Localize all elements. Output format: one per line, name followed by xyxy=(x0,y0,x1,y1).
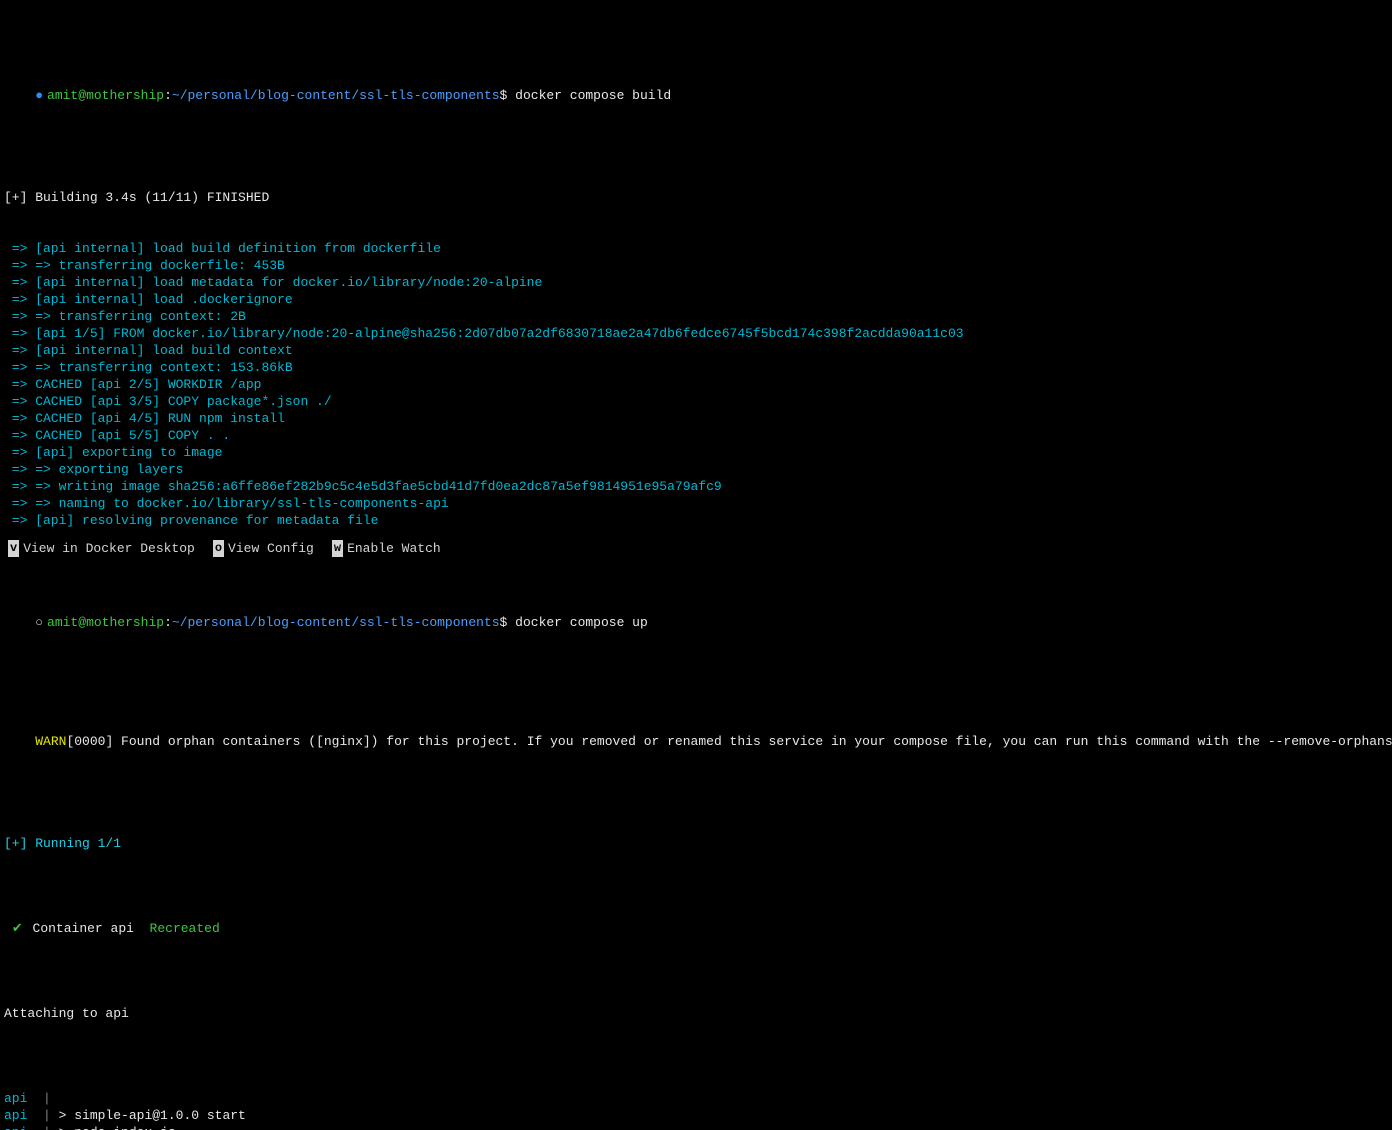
view-config-button[interactable]: o View Config xyxy=(213,540,314,557)
build-step-line: => CACHED [api 2/5] WORKDIR /app xyxy=(4,376,1388,393)
build-step-line: => [api internal] load .dockerignore xyxy=(4,291,1388,308)
prompt-colon: : xyxy=(164,615,172,630)
prompt-line-2: amit@mothership:~/personal/blog-content/… xyxy=(4,597,1388,648)
build-step-line: => [api] resolving provenance for metada… xyxy=(4,512,1388,529)
build-step-line: => [api internal] load build context xyxy=(4,342,1388,359)
status-dot-icon xyxy=(35,88,47,103)
container-status-line: Container api Recreated xyxy=(4,920,1388,937)
build-step-line: => => transferring dockerfile: 453B xyxy=(4,257,1388,274)
build-step-line: => => naming to docker.io/library/ssl-tl… xyxy=(4,495,1388,512)
hotkey-badge: v xyxy=(8,540,19,557)
log-line: api | > node index.js xyxy=(4,1124,1388,1130)
build-step-line: => [api] exporting to image xyxy=(4,444,1388,461)
hotkey-badge: w xyxy=(332,540,343,557)
build-step-line: => CACHED [api 3/5] COPY package*.json .… xyxy=(4,393,1388,410)
log-body: > node index.js xyxy=(51,1125,176,1130)
build-step-line: => CACHED [api 5/5] COPY . . xyxy=(4,427,1388,444)
build-step-line: => [api 1/5] FROM docker.io/library/node… xyxy=(4,325,1388,342)
enable-watch-button[interactable]: w Enable Watch xyxy=(332,540,441,557)
hotkey-badge: o xyxy=(213,540,224,557)
prompt-at: @ xyxy=(78,88,86,103)
option-label: Enable Watch xyxy=(347,540,441,557)
build-step-line: => => transferring context: 153.86kB xyxy=(4,359,1388,376)
option-label: View Config xyxy=(228,540,314,557)
build-step-line: => => exporting layers xyxy=(4,461,1388,478)
attaching-line: Attaching to api xyxy=(4,1005,1388,1022)
log-line: api | > simple-api@1.0.0 start xyxy=(4,1107,1388,1124)
prompt-colon: : xyxy=(164,88,172,103)
prompt-dollar: $ xyxy=(500,615,508,630)
log-prefix: api xyxy=(4,1091,43,1106)
pipe-separator: | xyxy=(43,1108,51,1123)
log-line: api | xyxy=(4,1090,1388,1107)
check-icon xyxy=(12,921,25,936)
build-header: [+] Building 3.4s (11/11) FINISHED xyxy=(4,189,1388,206)
running-line: [+] Running 1/1 xyxy=(4,835,1388,852)
log-prefix: api xyxy=(4,1108,43,1123)
build-step-line: => => transferring context: 2B xyxy=(4,308,1388,325)
prompt-command: docker compose up xyxy=(507,615,647,630)
prompt-path: ~/personal/blog-content/ssl-tls-componen… xyxy=(172,88,500,103)
prompt-line-1: amit@mothership:~/personal/blog-content/… xyxy=(4,70,1388,121)
option-label: View in Docker Desktop xyxy=(23,540,195,557)
status-dot-icon xyxy=(35,615,47,630)
warn-tag: WARN xyxy=(35,734,66,749)
prompt-host: mothership xyxy=(86,615,164,630)
pipe-separator: | xyxy=(43,1125,51,1130)
prompt-user: amit xyxy=(47,88,78,103)
view-docker-desktop-button[interactable]: v View in Docker Desktop xyxy=(8,540,195,557)
warn-line: WARN[0000] Found orphan containers ([ngi… xyxy=(4,716,1388,767)
log-prefix: api xyxy=(4,1125,43,1130)
prompt-path: ~/personal/blog-content/ssl-tls-componen… xyxy=(172,615,500,630)
bottom-bar: v View in Docker Desktop o View Config w… xyxy=(0,538,1392,559)
build-step-line: => [api internal] load metadata for dock… xyxy=(4,274,1388,291)
container-label: Container api xyxy=(25,921,150,936)
container-status: Recreated xyxy=(150,921,220,936)
warn-msg: [0000] Found orphan containers ([nginx])… xyxy=(66,734,1392,749)
build-step-line: => => writing image sha256:a6ffe86ef282b… xyxy=(4,478,1388,495)
prompt-user: amit xyxy=(47,615,78,630)
terminal-output[interactable]: amit@mothership:~/personal/blog-content/… xyxy=(0,0,1392,1130)
prompt-command: docker compose build xyxy=(507,88,671,103)
pipe-separator: | xyxy=(43,1091,51,1106)
prompt-at: @ xyxy=(78,615,86,630)
build-step-line: => CACHED [api 4/5] RUN npm install xyxy=(4,410,1388,427)
prompt-host: mothership xyxy=(86,88,164,103)
build-step-line: => [api internal] load build definition … xyxy=(4,240,1388,257)
build-lines: => [api internal] load build definition … xyxy=(4,240,1388,529)
log-body: > simple-api@1.0.0 start xyxy=(51,1108,246,1123)
log-lines: api |api | > simple-api@1.0.0 startapi |… xyxy=(4,1090,1388,1130)
